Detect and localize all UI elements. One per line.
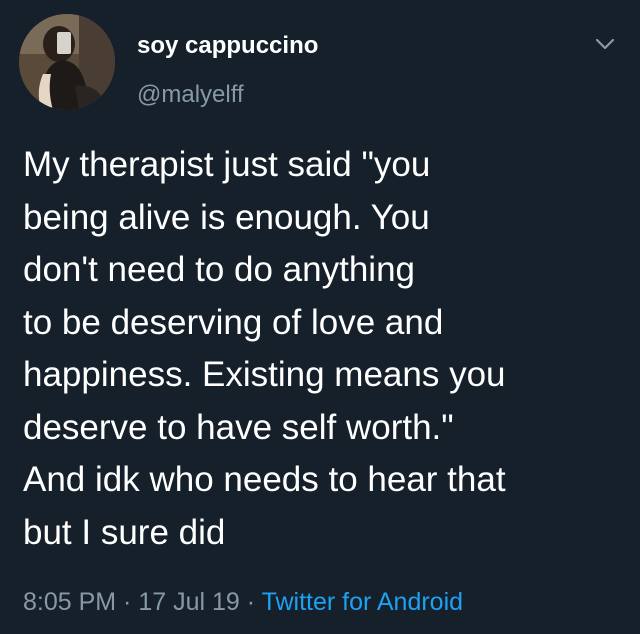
tweet-text: My therapist just said "you being alive … (23, 139, 623, 559)
tweet-text-line: to be deserving of love and (23, 302, 444, 342)
tweet-date[interactable]: 17 Jul 19 (138, 588, 239, 616)
tweet-source-link[interactable]: Twitter for Android (262, 588, 463, 616)
display-name[interactable]: soy cappuccino (137, 32, 318, 60)
avatar[interactable] (19, 14, 115, 110)
tweet-text-line: but I sure did (23, 512, 226, 552)
tweet-time[interactable]: 8:05 PM (23, 588, 116, 616)
tweet-text-line: don't need to do anything (23, 250, 416, 289)
avatar-photo (19, 14, 115, 110)
meta-separator: · (239, 588, 262, 616)
chevron-down-icon[interactable] (595, 37, 615, 51)
tweet-text-line: And idk who needs to hear that (23, 460, 506, 499)
tweet-text-line: deserve to have self worth." (23, 407, 454, 447)
tweet-meta: 8:05 PM · 17 Jul 19 · Twitter for Androi… (23, 588, 463, 617)
tweet-text-line: being alive is enough. You (23, 197, 430, 237)
meta-separator: · (116, 588, 139, 616)
tweet: soy cappuccino @malyelff My therapist ju… (0, 0, 640, 634)
tweet-text-line: My therapist just said "you (23, 145, 431, 184)
tweet-text-line: happiness. Existing means you (23, 355, 506, 394)
user-handle[interactable]: @malyelff (137, 81, 244, 109)
